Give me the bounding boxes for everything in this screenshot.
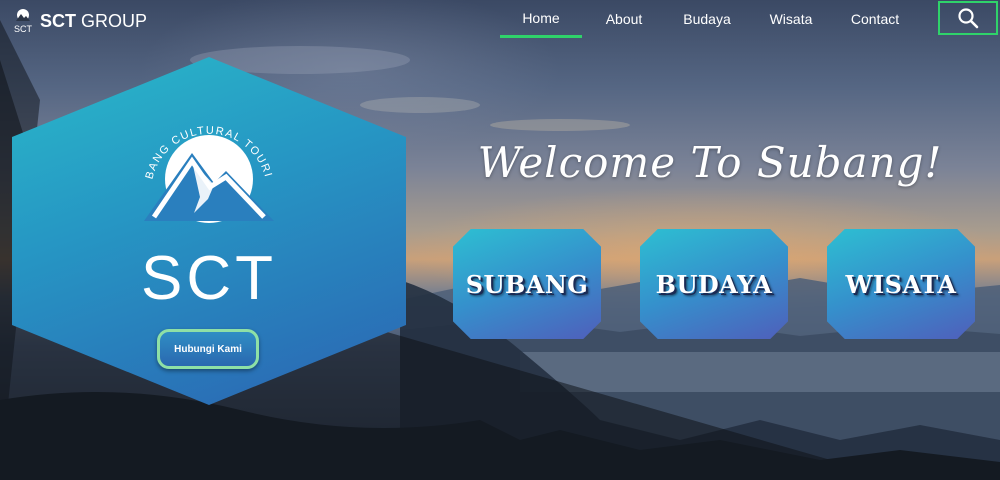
nav-home[interactable]: Home	[500, 0, 582, 38]
nav-wisata[interactable]: Wisata	[760, 0, 822, 38]
tile-budaya-label: BUDAYA	[655, 269, 773, 299]
logo-mark-text: SCT	[14, 24, 33, 34]
tile-subang[interactable]: SUBANG	[453, 229, 601, 339]
brand-name: SCT GROUP	[40, 11, 147, 32]
contact-button[interactable]: Hubungi Kami	[157, 329, 259, 369]
search-button[interactable]	[938, 1, 998, 35]
brand-name-rest: GROUP	[81, 10, 148, 31]
search-icon	[958, 8, 979, 29]
tile-subang-label: SUBANG	[465, 269, 589, 299]
brand-name-bold: SCT	[40, 10, 76, 31]
nav-contact[interactable]: Contact	[840, 0, 910, 38]
nav-budaya[interactable]: Budaya	[674, 0, 740, 38]
mountain-emblem-icon: SUBANG CULTURAL TOURISM	[134, 103, 274, 223]
top-navbar: SCT SCT GROUP Home About Budaya Wisata C…	[0, 0, 1000, 40]
tile-wisata[interactable]: WISATA	[827, 229, 975, 339]
logo-mark-icon: SCT	[12, 8, 34, 34]
emblem-title: SCT	[141, 244, 277, 313]
tile-budaya[interactable]: BUDAYA	[640, 229, 788, 339]
hero-hexagon: SUBANG CULTURAL TOURISM SCT Hubungi Kami	[12, 57, 406, 405]
welcome-heading: Welcome To Subang!	[477, 138, 943, 187]
tile-wisata-label: WISATA	[845, 269, 957, 299]
brand-logo[interactable]: SCT SCT GROUP	[12, 8, 147, 34]
nav-about[interactable]: About	[596, 0, 652, 38]
